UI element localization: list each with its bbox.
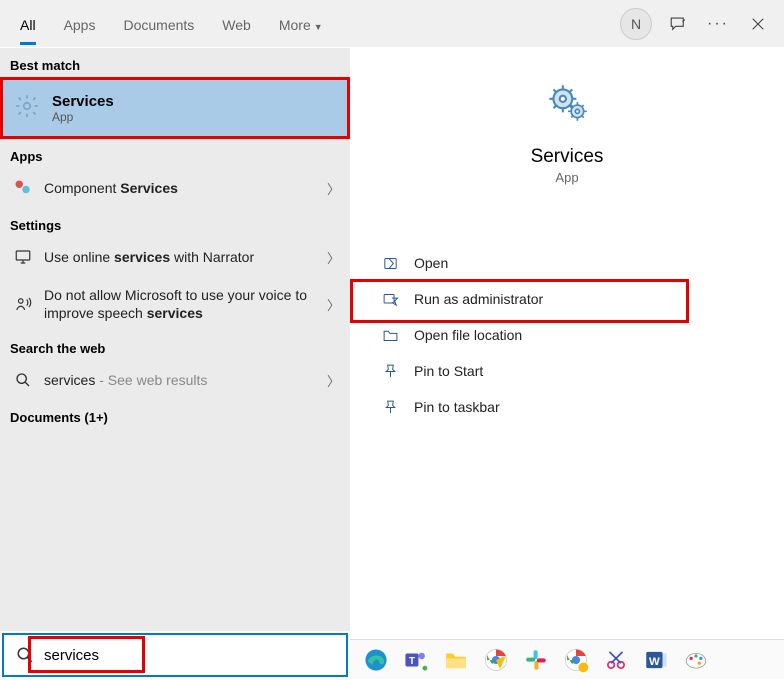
result-label: Use online services with Narrator	[44, 249, 327, 265]
result-label: Do not allow Microsoft to use your voice…	[44, 286, 327, 322]
snip-icon[interactable]	[600, 644, 632, 676]
admin-shield-icon	[378, 291, 402, 308]
chevron-right-icon: 〉	[327, 179, 340, 198]
result-speech-services[interactable]: Do not allow Microsoft to use your voice…	[0, 277, 350, 331]
tab-apps[interactable]: Apps	[64, 5, 96, 43]
section-search-web: Search the web	[0, 331, 350, 360]
svg-text:W: W	[649, 655, 660, 667]
filter-tabs: All Apps Documents Web More▼ N ···	[0, 0, 784, 48]
search-bar[interactable]	[2, 633, 348, 677]
chevron-right-icon: 〉	[327, 295, 340, 314]
section-documents: Documents (1+)	[0, 400, 350, 429]
taskbar: T W	[350, 639, 784, 679]
teams-icon[interactable]: T	[400, 644, 432, 676]
results-pane: Best match Services App Apps Component S…	[0, 48, 350, 631]
tab-more[interactable]: More▼	[279, 5, 323, 43]
voice-icon	[12, 295, 34, 313]
result-label: services - See web results	[44, 372, 327, 388]
search-icon	[16, 646, 34, 664]
tab-web[interactable]: Web	[222, 5, 251, 43]
best-match-services[interactable]: Services App	[0, 77, 350, 139]
result-web-services[interactable]: services - See web results 〉	[0, 360, 350, 400]
tab-documents[interactable]: Documents	[123, 5, 194, 43]
feedback-icon[interactable]	[664, 10, 692, 38]
result-narrator-services[interactable]: Use online services with Narrator 〉	[0, 237, 350, 277]
tab-all[interactable]: All	[20, 5, 36, 43]
chevron-right-icon: 〉	[327, 248, 340, 267]
preview-title: Services	[531, 146, 604, 168]
svg-text:T: T	[409, 656, 415, 667]
close-icon[interactable]	[744, 10, 772, 38]
slack-icon[interactable]	[520, 644, 552, 676]
open-icon	[378, 255, 402, 272]
section-apps: Apps	[0, 139, 350, 168]
chrome-canary-icon[interactable]	[560, 644, 592, 676]
more-options-icon[interactable]: ···	[704, 10, 732, 38]
chevron-right-icon: 〉	[327, 371, 340, 390]
section-settings: Settings	[0, 208, 350, 237]
action-pin-to-start[interactable]: Pin to Start	[350, 353, 784, 389]
preview-sub: App	[555, 170, 578, 185]
edge-icon[interactable]	[360, 644, 392, 676]
action-list: Open Run as administrator Open file loca…	[350, 245, 784, 425]
search-icon	[12, 372, 34, 388]
best-match-title: Services	[52, 93, 114, 110]
pin-icon	[378, 363, 402, 380]
services-icon	[542, 78, 592, 128]
file-explorer-icon[interactable]	[440, 644, 472, 676]
chrome-icon[interactable]	[480, 644, 512, 676]
monitor-icon	[12, 248, 34, 266]
result-label: Component Services	[44, 180, 327, 196]
action-run-as-admin[interactable]: Run as administrator	[350, 281, 784, 317]
section-best-match: Best match	[0, 48, 350, 77]
gear-icon	[14, 93, 42, 124]
search-input[interactable]	[44, 647, 346, 664]
action-pin-to-taskbar[interactable]: Pin to taskbar	[350, 389, 784, 425]
best-match-sub: App	[52, 110, 114, 124]
action-open[interactable]: Open	[350, 245, 784, 281]
result-component-services[interactable]: Component Services 〉	[0, 168, 350, 208]
action-open-file-location[interactable]: Open file location	[350, 317, 784, 353]
word-icon[interactable]: W	[640, 644, 672, 676]
user-avatar[interactable]: N	[620, 8, 652, 40]
component-services-icon	[12, 179, 34, 197]
paint-icon[interactable]	[680, 644, 712, 676]
preview-pane: Services App Open Run as administrator O…	[350, 48, 784, 631]
folder-icon	[378, 327, 402, 344]
pin-icon	[378, 399, 402, 416]
